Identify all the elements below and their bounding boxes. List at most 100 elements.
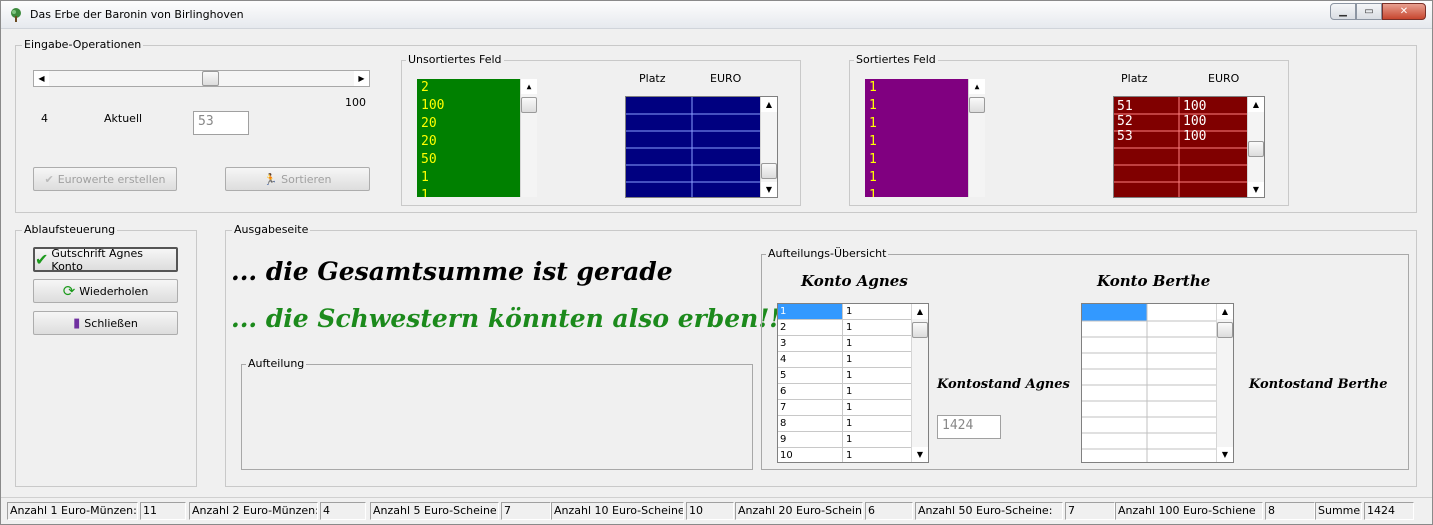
refresh-icon: ⟳ (62, 282, 76, 300)
sortiert-group-label: Sortiertes Feld (854, 53, 938, 66)
agnes-grid-thumb[interactable] (912, 322, 928, 338)
unsortiert-scrollbar[interactable]: ▲ (520, 79, 537, 197)
sortiert-grid-thumb[interactable] (1248, 141, 1264, 157)
close-button[interactable]: ✕ (1382, 3, 1426, 20)
agnes-value-cell: 1 (846, 322, 853, 333)
agnes-grid-row[interactable]: 41 (778, 352, 913, 368)
unsortiert-list-item[interactable]: 1 (417, 187, 537, 197)
sortiert-list-item[interactable]: 1 (865, 187, 985, 197)
agnes-grid[interactable]: 1 1 2 1 3 1 4 1 5 1 6 1 7 1 8 1 9 1 10 1 ▲ ▼ (777, 303, 929, 463)
status-label: Summe: (1315, 502, 1362, 520)
amount-slider[interactable]: ◀ ▶ (33, 70, 370, 87)
schliessen-button[interactable]: ▮ Schließen (33, 311, 178, 335)
eurowerte-erstellen-button[interactable]: ✔ Eurowerte erstellen (33, 167, 177, 191)
agnes-grid-row[interactable]: 81 (778, 416, 913, 432)
title-bar[interactable]: Das Erbe der Baronin von Birlinghoven ▁ … (1, 1, 1432, 29)
sortiert-grid-row[interactable]: 52 100 (1114, 114, 1246, 129)
agnes-value-cell: 1 (846, 418, 853, 429)
berthe-grid-scrollbar[interactable]: ▲ ▼ (1216, 304, 1233, 462)
sortiert-listbox[interactable]: 1111111 ▲ (865, 79, 985, 197)
sortiert-list-item[interactable]: 1 (865, 79, 985, 97)
aktuell-field[interactable]: 53 (193, 111, 249, 135)
sortieren-button[interactable]: 🏃 Sortieren (225, 167, 370, 191)
scroll-down-icon[interactable]: ▼ (1248, 182, 1264, 197)
minimize-button[interactable]: ▁ (1330, 3, 1356, 20)
sortiert-list-item[interactable]: 1 (865, 169, 985, 187)
scroll-down-icon[interactable]: ▼ (912, 447, 928, 462)
status-value: 10 (686, 502, 734, 520)
status-value: 4 (320, 502, 366, 520)
unsortiert-scroll-thumb[interactable] (521, 97, 537, 113)
status-value: 11 (140, 502, 186, 520)
agnes-grid-row[interactable]: 51 (778, 368, 913, 384)
aufteilung-group: Aufteilung (241, 357, 753, 470)
sortiert-scrollbar[interactable]: ▲ (968, 79, 985, 197)
agnes-grid-row[interactable]: 71 (778, 400, 913, 416)
gutschrift-agnes-button[interactable]: ✔ Gutschrift Agnes Konto (33, 247, 178, 273)
unsortiert-grid-thumb[interactable] (761, 163, 777, 179)
scroll-up-icon[interactable]: ▲ (521, 79, 537, 94)
sortiert-grid-row[interactable]: 51 100 (1114, 99, 1246, 114)
sortiert-platz-cell: 53 (1117, 129, 1133, 144)
agnes-grid-row[interactable]: 21 (778, 320, 913, 336)
agnes-grid-row[interactable]: 10 1 (778, 448, 913, 462)
sortiert-list-item[interactable]: 1 (865, 151, 985, 169)
status-label: Anzahl 2 Euro-Münzen: (189, 502, 318, 520)
unsortiert-list-item[interactable]: 1 (417, 169, 537, 187)
scroll-down-icon[interactable]: ▼ (761, 182, 777, 197)
berthe-grid[interactable]: ▲ ▼ (1081, 303, 1234, 463)
gesamtsumme-text: ... die Gesamtsumme ist gerade (231, 257, 673, 286)
unsortiert-list-item[interactable]: 50 (417, 151, 537, 169)
sortiert-grid[interactable]: 51 100 52 100 53 100 ▲ ▼ (1113, 96, 1265, 198)
agnes-grid-row[interactable]: 11 (778, 304, 913, 320)
agnes-value-cell: 1 (846, 434, 853, 445)
slider-thumb[interactable] (201, 71, 219, 86)
scroll-up-icon[interactable]: ▲ (761, 97, 777, 112)
scroll-up-icon[interactable]: ▲ (1217, 304, 1233, 319)
checkmark-icon: ✔ (44, 172, 54, 186)
unsortiert-listbox[interactable]: 2 100 20 20 50 1 1 ▲ (417, 79, 537, 197)
sortiert-euro-cell: 100 (1183, 99, 1207, 114)
sortiert-scroll-thumb[interactable] (969, 97, 985, 113)
eurowerte-button-label: Eurowerte erstellen (57, 172, 166, 186)
sortiert-platz-cell: 52 (1117, 114, 1133, 129)
scroll-up-icon[interactable]: ▲ (1248, 97, 1264, 112)
status-bar: Anzahl 1 Euro-Münzen: 11 Anzahl 2 Euro-Mün… (1, 497, 1432, 524)
unsortiert-list-item[interactable]: 2 (417, 79, 537, 97)
unsortiert-list-item[interactable]: 20 (417, 115, 537, 133)
unsortiert-grid-scrollbar[interactable]: ▲ ▼ (760, 97, 777, 197)
sortiert-list-item[interactable]: 1 (865, 97, 985, 115)
checkmark-icon: ✔ (35, 250, 49, 269)
maximize-button[interactable]: ▭ (1356, 3, 1382, 20)
sortiert-list-item[interactable]: 1 (865, 133, 985, 151)
eingabe-group-label: Eingabe-Operationen (22, 38, 144, 51)
wiederholen-button[interactable]: ⟳ Wiederholen (33, 279, 178, 303)
tree-app-icon (11, 8, 21, 22)
aktuell-label: Aktuell (104, 112, 143, 125)
unsortiert-grid[interactable]: ▲ ▼ (625, 96, 778, 198)
agnes-index-cell: 8 (778, 416, 843, 431)
agnes-value-cell: 1 (846, 370, 853, 381)
sortiert-euro-cell: 100 (1183, 114, 1207, 129)
agnes-value-cell: 1 (846, 402, 853, 413)
sortiert-list-item[interactable]: 1 (865, 115, 985, 133)
kontostand-agnes-field[interactable]: 1424 (937, 415, 1001, 439)
unsortiert-list-item[interactable]: 100 (417, 97, 537, 115)
agnes-grid-row[interactable]: 91 (778, 432, 913, 448)
scroll-down-icon[interactable]: ▼ (1217, 447, 1233, 462)
slider-left-arrow-icon[interactable]: ◀ (34, 71, 49, 86)
sortiert-euro-header: EURO (1208, 72, 1240, 85)
slider-right-arrow-icon[interactable]: ▶ (354, 71, 369, 86)
agnes-grid-row[interactable]: 31 (778, 336, 913, 352)
sortiert-grid-scrollbar[interactable]: ▲ ▼ (1247, 97, 1264, 197)
agnes-grid-scrollbar[interactable]: ▲ ▼ (911, 304, 928, 462)
sortiert-grid-row[interactable]: 53 100 (1114, 129, 1246, 144)
berthe-grid-thumb[interactable] (1217, 322, 1233, 338)
unsortiert-list-item[interactable]: 20 (417, 133, 537, 151)
agnes-index-cell: 2 (778, 320, 843, 335)
scroll-up-icon[interactable]: ▲ (969, 79, 985, 94)
agnes-grid-row[interactable]: 61 (778, 384, 913, 400)
sortiert-platz-cell: 51 (1117, 99, 1133, 114)
scroll-up-icon[interactable]: ▲ (912, 304, 928, 319)
ablauf-group-label: Ablaufsteuerung (22, 223, 118, 236)
